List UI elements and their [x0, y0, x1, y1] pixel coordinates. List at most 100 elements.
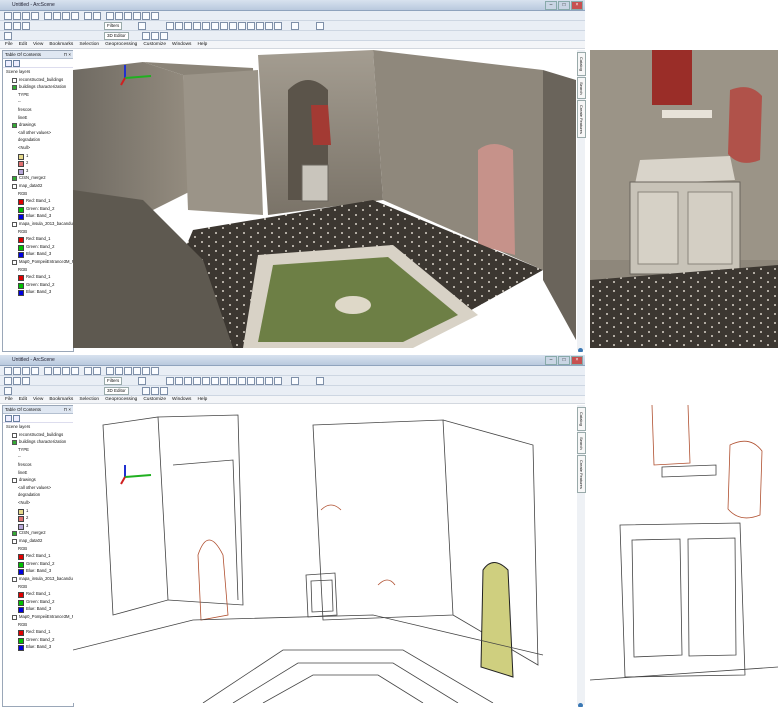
menu-edit[interactable]: Edit — [19, 41, 27, 48]
toc-window-icon[interactable] — [115, 12, 123, 20]
target-center-icon[interactable] — [184, 22, 192, 30]
open-icon[interactable] — [13, 12, 21, 20]
scene-view[interactable] — [73, 405, 576, 703]
zoom-to-target-icon[interactable] — [193, 22, 201, 30]
scene-view[interactable] — [73, 50, 576, 348]
catalog-tab[interactable]: Catalog — [577, 407, 586, 431]
3d-editor-dropdown[interactable]: 3D Editor — [104, 387, 129, 395]
search-tab[interactable]: Search — [577, 432, 586, 454]
fly-icon[interactable] — [175, 377, 183, 385]
layer-visibility-checkbox[interactable] — [12, 260, 17, 265]
layer-visibility-checkbox[interactable] — [12, 176, 17, 182]
zoom-in-icon[interactable] — [211, 22, 219, 30]
catalog-window-icon[interactable] — [124, 367, 132, 375]
catalog-window-icon[interactable] — [124, 12, 132, 20]
maximize-button[interactable]: □ — [558, 356, 570, 365]
minimize-button[interactable]: – — [545, 1, 557, 10]
menu-selection[interactable]: Selection — [79, 41, 99, 48]
list-by-source-icon[interactable] — [13, 60, 20, 67]
search-window-icon[interactable] — [133, 367, 141, 375]
new-document-icon[interactable] — [4, 12, 12, 20]
highlighted-fresco[interactable] — [480, 562, 514, 678]
pin-icon[interactable]: ⊓ × — [64, 406, 71, 413]
set-observer-icon[interactable] — [202, 22, 210, 30]
catalog-tab[interactable]: Catalog — [577, 52, 586, 76]
layer-visibility-checkbox[interactable] — [12, 539, 17, 544]
menu-edit[interactable]: Edit — [19, 396, 27, 403]
table-icon[interactable] — [4, 387, 12, 395]
pan-icon[interactable] — [22, 22, 30, 30]
paste-icon[interactable] — [62, 367, 70, 375]
layer-visibility-checkbox[interactable] — [12, 77, 17, 83]
menu-file[interactable]: File — [5, 396, 13, 403]
edit-vertices-icon[interactable] — [151, 32, 159, 40]
undo-icon[interactable] — [84, 12, 92, 20]
toc-window-icon[interactable] — [115, 367, 123, 375]
3d-editor-dropdown[interactable]: 3D Editor — [104, 32, 129, 40]
full-extent-icon[interactable] — [229, 377, 237, 385]
layer-list-icon[interactable] — [291, 377, 299, 385]
menu-geoprocessing[interactable]: Geoprocessing — [105, 41, 137, 48]
filters-dropdown[interactable]: Filters — [104, 377, 123, 385]
redo-icon[interactable] — [93, 367, 101, 375]
copy-icon[interactable] — [53, 367, 61, 375]
editor-extra-icon[interactable] — [316, 22, 324, 30]
save-icon[interactable] — [22, 12, 30, 20]
fly-icon[interactable] — [175, 22, 183, 30]
list-by-source-icon[interactable] — [13, 415, 20, 422]
open-icon[interactable] — [13, 367, 21, 375]
menu-customize[interactable]: Customize — [143, 396, 166, 403]
target-center-icon[interactable] — [184, 377, 192, 385]
menu-view[interactable]: View — [33, 41, 43, 48]
zoom-icon[interactable] — [13, 22, 21, 30]
print-icon[interactable] — [31, 367, 39, 375]
search-window-icon[interactable] — [133, 12, 141, 20]
menu-help[interactable]: Help — [197, 41, 207, 48]
menu-customize[interactable]: Customize — [143, 41, 166, 48]
layer-visibility-checkbox[interactable] — [12, 222, 17, 227]
layer-visibility-checkbox[interactable] — [12, 184, 17, 189]
menu-bookmarks[interactable]: Bookmarks — [49, 41, 73, 48]
filter-icon[interactable] — [138, 22, 146, 30]
arctoolbox-icon[interactable] — [142, 367, 150, 375]
menu-windows[interactable]: Windows — [172, 396, 191, 403]
menu-bookmarks[interactable]: Bookmarks — [49, 396, 73, 403]
python-window-icon[interactable] — [151, 12, 159, 20]
animation-icon[interactable] — [274, 22, 282, 30]
layer-dropdown-icon[interactable] — [4, 377, 12, 385]
menu-geoprocessing[interactable]: Geoprocessing — [105, 396, 137, 403]
delete-icon[interactable] — [71, 367, 79, 375]
editor-extra-icon[interactable] — [316, 377, 324, 385]
zoom-to-target-icon[interactable] — [193, 377, 201, 385]
edit-tool-icon[interactable] — [142, 32, 150, 40]
select-features-icon[interactable] — [238, 377, 246, 385]
menu-view[interactable]: View — [33, 396, 43, 403]
copy-icon[interactable] — [53, 12, 61, 20]
close-button[interactable]: × — [571, 356, 583, 365]
paste-icon[interactable] — [62, 12, 70, 20]
navigate-icon[interactable] — [166, 22, 174, 30]
cut-icon[interactable] — [44, 12, 52, 20]
cut-icon[interactable] — [44, 367, 52, 375]
layer-visibility-checkbox[interactable] — [12, 615, 17, 620]
redo-icon[interactable] — [93, 12, 101, 20]
table-icon[interactable] — [4, 32, 12, 40]
layer-visibility-checkbox[interactable] — [12, 432, 17, 438]
edit-vertices-icon[interactable] — [151, 387, 159, 395]
create-features-tab[interactable]: Create Features — [577, 100, 586, 138]
layer-list-icon[interactable] — [291, 22, 299, 30]
zoom-icon[interactable] — [13, 377, 21, 385]
search-tab[interactable]: Search — [577, 77, 586, 99]
layer-visibility-checkbox[interactable] — [12, 440, 17, 446]
undo-icon[interactable] — [84, 367, 92, 375]
edit-tool-icon[interactable] — [142, 387, 150, 395]
arctoolbox-icon[interactable] — [142, 12, 150, 20]
layer-visibility-checkbox[interactable] — [12, 531, 17, 537]
layer-visibility-checkbox[interactable] — [12, 577, 17, 582]
identify-icon[interactable] — [247, 22, 255, 30]
print-icon[interactable] — [31, 12, 39, 20]
filter-icon[interactable] — [138, 377, 146, 385]
navigate-icon[interactable] — [166, 377, 174, 385]
globe-icon[interactable] — [265, 22, 273, 30]
add-data-icon[interactable] — [106, 12, 114, 20]
